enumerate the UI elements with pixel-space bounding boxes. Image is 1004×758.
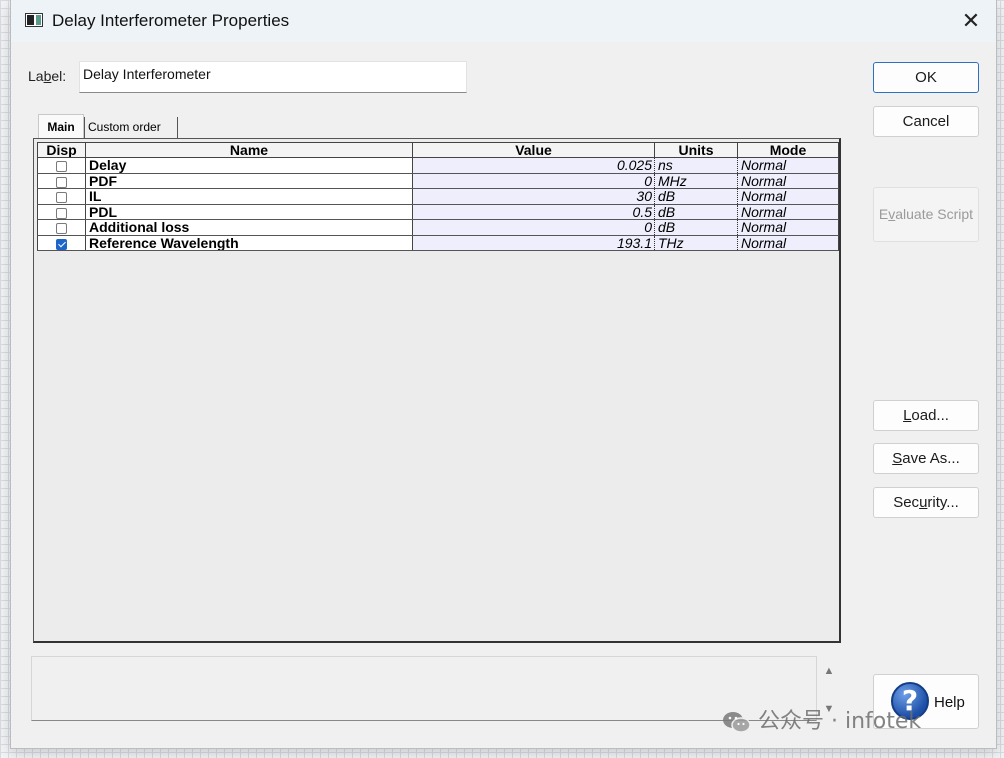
param-value[interactable]: 0.025 [412, 157, 655, 174]
table-row[interactable]: Reference Wavelength 193.1 THz Normal [37, 235, 839, 251]
param-mode[interactable]: Normal [737, 157, 839, 174]
dialog-title: Delay Interferometer Properties [52, 11, 290, 30]
properties-dialog: Delay Interferometer Properties ✕ Label:… [10, 0, 997, 749]
column-header-mode[interactable]: Mode [737, 142, 839, 158]
param-value[interactable]: 0 [412, 219, 655, 236]
app-window-icon [25, 13, 43, 27]
param-value[interactable]: 0 [412, 173, 655, 189]
table-row[interactable]: PDF 0 MHz Normal [37, 173, 839, 189]
security-button[interactable]: Security... [873, 487, 979, 518]
param-units[interactable]: dB [654, 204, 738, 220]
description-box [31, 656, 817, 721]
column-header-disp[interactable]: Disp [37, 142, 86, 158]
disp-checkbox[interactable] [56, 176, 67, 188]
param-units[interactable]: THz [654, 235, 738, 251]
tab-main[interactable]: Main [38, 114, 84, 138]
param-value[interactable]: 193.1 [412, 235, 655, 251]
param-mode[interactable]: Normal [737, 204, 839, 220]
load-button[interactable]: Load... [873, 400, 979, 431]
disp-checkbox-checked[interactable] [56, 238, 67, 250]
table-row[interactable]: Delay 0.025 ns Normal [37, 157, 839, 174]
evaluate-script-button[interactable]: Evaluate Script [873, 187, 979, 242]
table-row[interactable]: Additional loss 0 dB Normal [37, 219, 839, 236]
param-mode[interactable]: Normal [737, 235, 839, 251]
param-units[interactable]: dB [654, 219, 738, 236]
column-header-value[interactable]: Value [412, 142, 655, 158]
watermark: 公众号 · infotek [722, 703, 921, 735]
param-mode[interactable]: Normal [737, 188, 839, 205]
scroll-up-arrow-icon[interactable]: ▲ [819, 660, 839, 682]
tab-custom-order[interactable]: Custom order [84, 117, 178, 138]
title-bar: Delay Interferometer Properties ✕ [11, 0, 996, 42]
ok-button[interactable]: OK [873, 62, 979, 93]
column-header-name[interactable]: Name [85, 142, 413, 158]
param-units[interactable]: dB [654, 188, 738, 205]
disp-checkbox[interactable] [56, 161, 67, 173]
disp-checkbox[interactable] [56, 223, 67, 235]
param-value[interactable]: 0.5 [412, 204, 655, 220]
param-name: PDF [85, 173, 413, 189]
parameters-table: Disp Name Value Units Mode Delay 0.025 n… [37, 142, 839, 251]
label-input[interactable]: Delay Interferometer [79, 61, 467, 93]
disp-checkbox[interactable] [56, 207, 67, 219]
wechat-logo-icon [723, 712, 751, 733]
column-header-units[interactable]: Units [654, 142, 738, 158]
parameters-table-frame: Disp Name Value Units Mode Delay 0.025 n… [33, 138, 841, 643]
param-name: IL [85, 188, 413, 205]
cancel-button[interactable]: Cancel [873, 106, 979, 137]
param-mode[interactable]: Normal [737, 173, 839, 189]
param-units[interactable]: MHz [654, 173, 738, 189]
close-icon[interactable]: ✕ [951, 6, 991, 36]
watermark-text: 公众号 · infotek [758, 709, 922, 734]
table-row[interactable]: PDL 0.5 dB Normal [37, 204, 839, 220]
param-mode[interactable]: Normal [737, 219, 839, 236]
param-value[interactable]: 30 [412, 188, 655, 205]
param-name: PDL [85, 204, 413, 220]
param-units[interactable]: ns [654, 157, 738, 174]
disp-checkbox[interactable] [56, 192, 67, 204]
save-as-button[interactable]: Save As... [873, 443, 979, 474]
label-field-label: Label: [28, 68, 67, 84]
param-name: Reference Wavelength [85, 235, 413, 251]
param-name: Additional loss [85, 219, 413, 236]
help-button-label[interactable]: Help [934, 694, 965, 711]
param-name: Delay [85, 157, 413, 174]
table-row[interactable]: IL 30 dB Normal [37, 188, 839, 205]
